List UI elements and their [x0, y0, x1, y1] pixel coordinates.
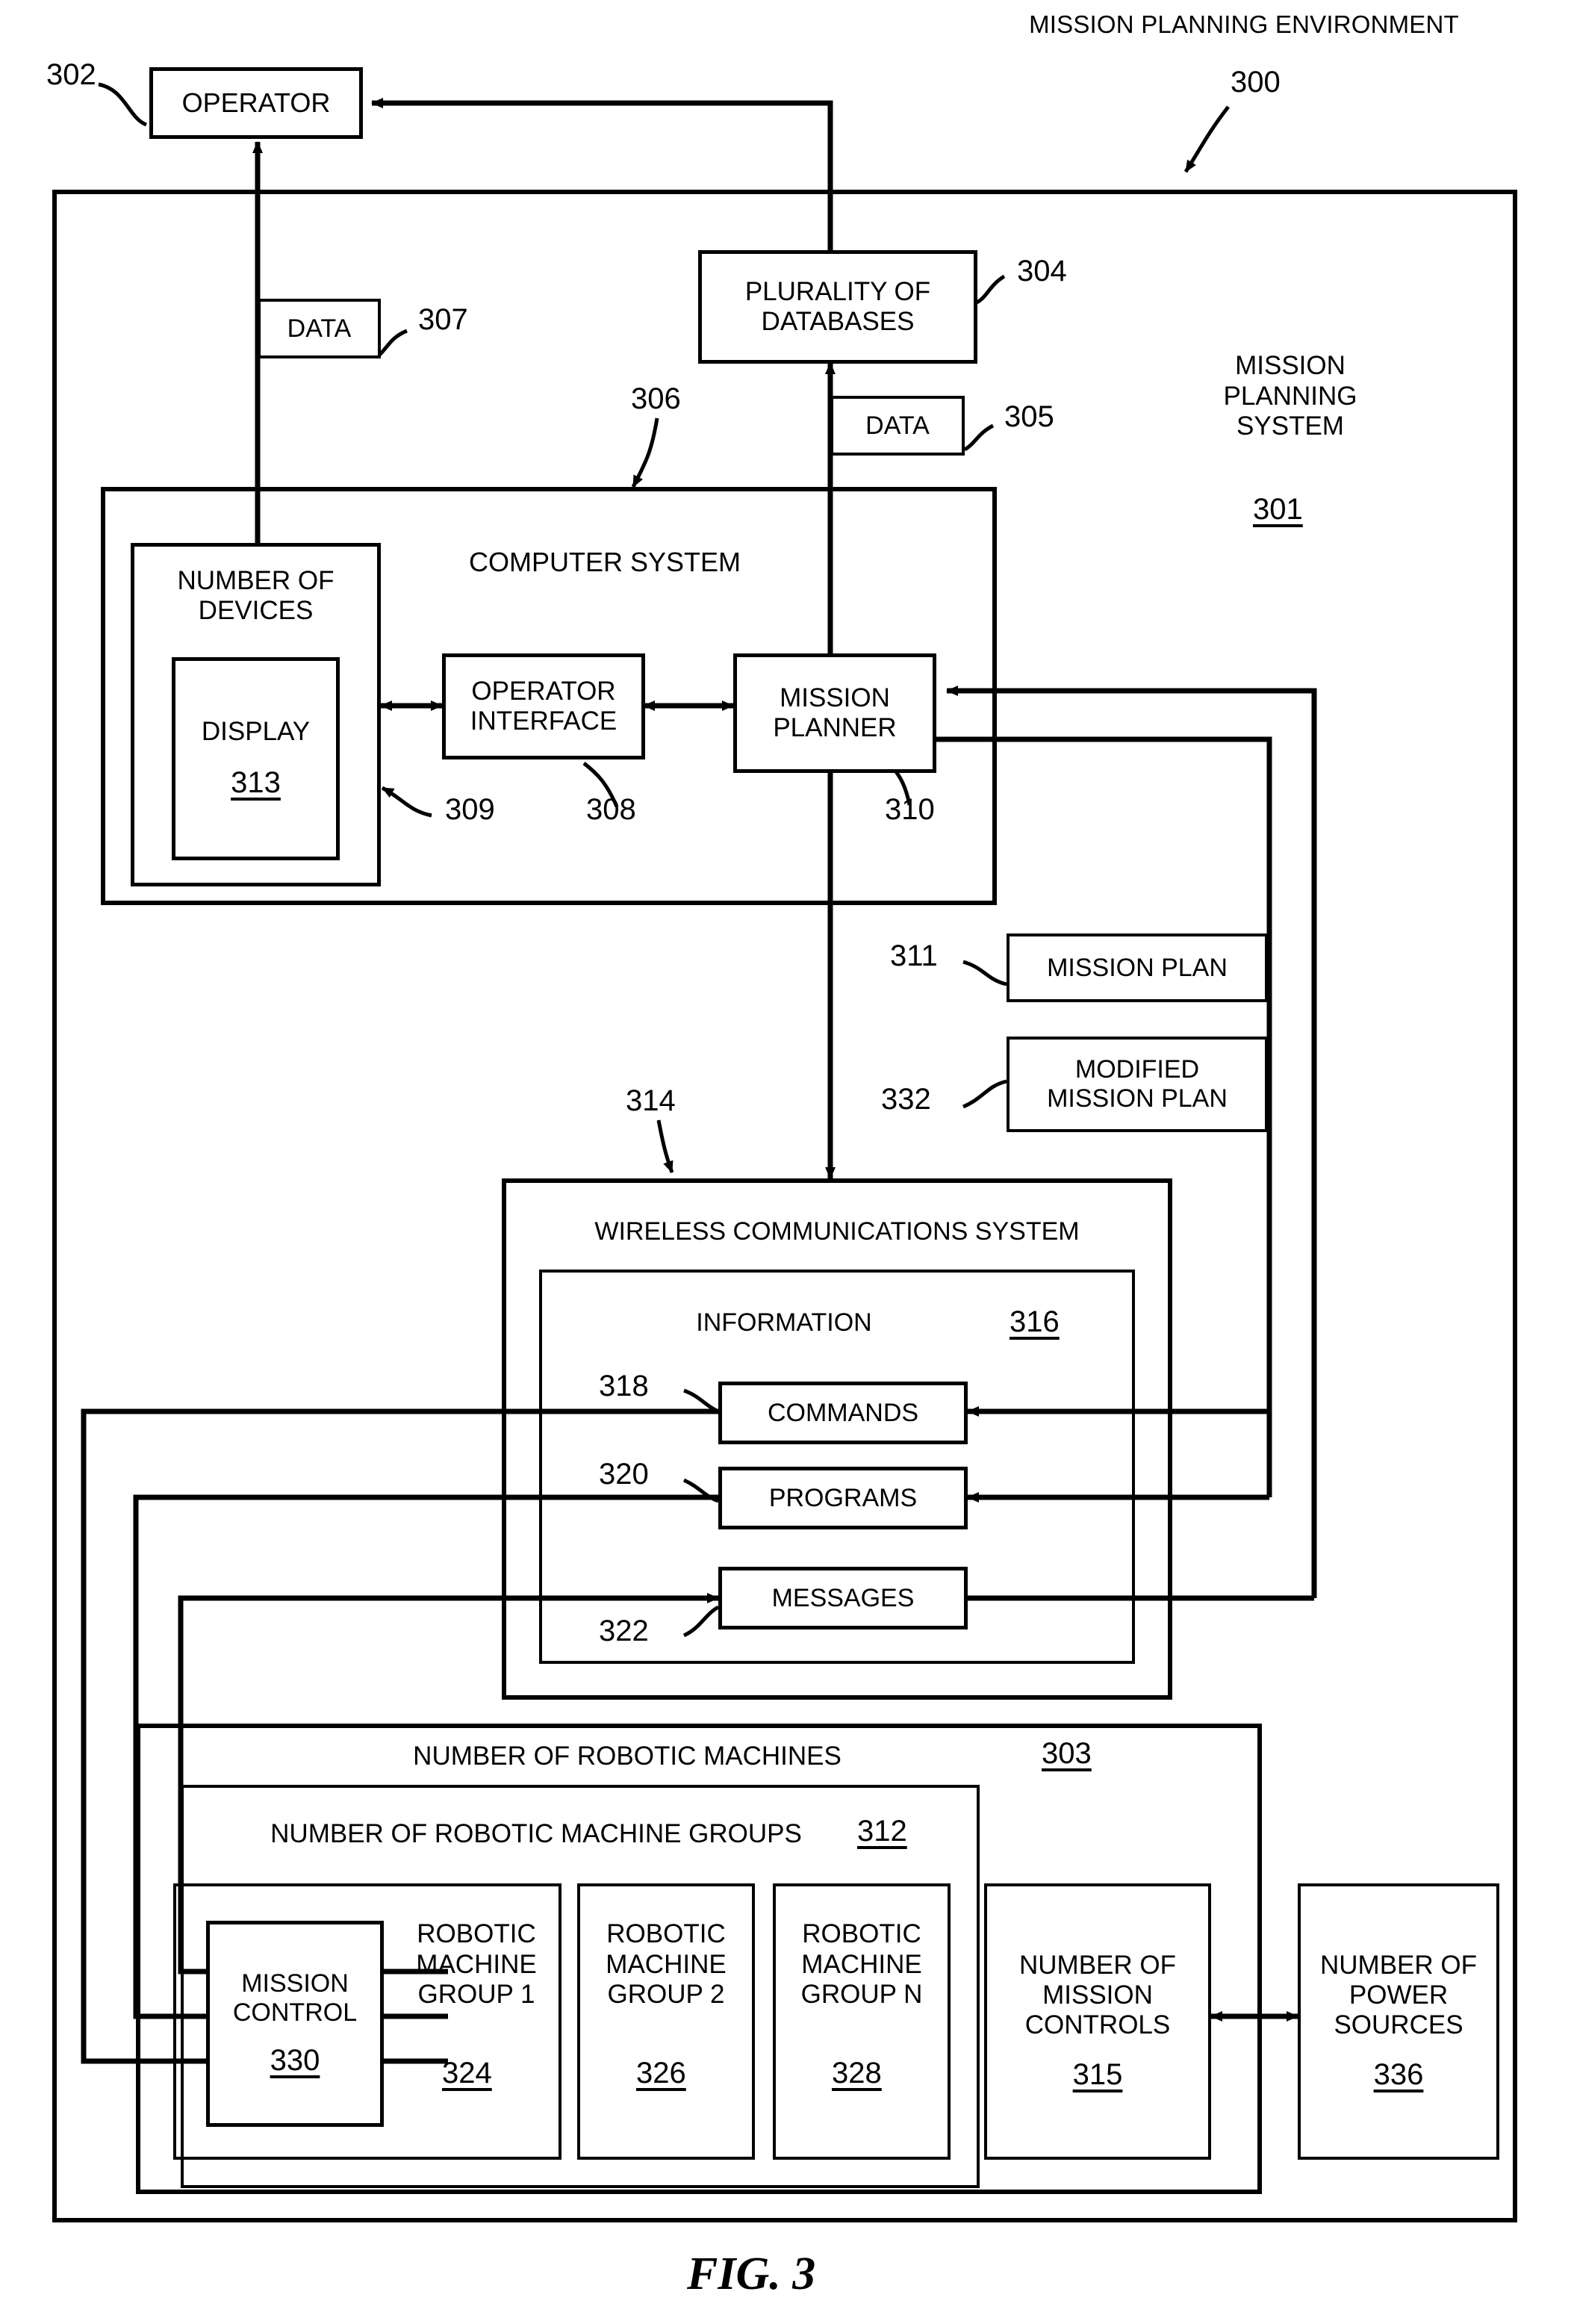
figure-title: MISSION PLANNING ENVIRONMENT: [1029, 10, 1459, 38]
ref-315: 315: [1072, 2058, 1123, 2092]
mission-plan-box: MISSION PLAN: [1007, 933, 1268, 1002]
wireless-communications-system-label: WIRELESS COMMUNICATIONS SYSTEM: [594, 1217, 1080, 1246]
ref-306: 306: [631, 382, 681, 415]
ref-328: 328: [832, 2057, 882, 2090]
programs-box: PROGRAMS: [718, 1467, 968, 1529]
number-of-devices-label: NUMBER OF DEVICES: [177, 566, 335, 625]
mission-control-label: MISSION CONTROL: [232, 1969, 358, 2028]
operator-interface-box: OPERATOR INTERFACE: [442, 653, 645, 759]
ref-310: 310: [885, 793, 935, 826]
ref-322: 322: [599, 1615, 649, 1647]
ref-314: 314: [626, 1084, 676, 1117]
operator-box: OPERATOR: [149, 67, 363, 139]
number-of-mission-controls-box: NUMBER OF MISSION CONTROLS 315: [984, 1883, 1211, 2160]
patent-figure-page: MISSION PLANNING ENVIRONMENT 300 OPERATO…: [0, 0, 1574, 2324]
ref-301: 301: [1253, 493, 1303, 526]
programs-label: PROGRAMS: [768, 1483, 918, 1512]
ref-324: 324: [442, 2057, 492, 2090]
display-box: DISPLAY 313: [172, 657, 340, 860]
number-of-power-sources-box: NUMBER OF POWER SOURCES 336: [1298, 1883, 1499, 2160]
messages-box: MESSAGES: [718, 1567, 968, 1629]
information-label: INFORMATION: [696, 1308, 872, 1337]
plurality-of-databases-label: PLURALITY OF DATABASES: [744, 277, 931, 336]
number-of-mission-controls-label: NUMBER OF MISSION CONTROLS: [1019, 1951, 1176, 2040]
number-of-robotic-machine-groups-label: NUMBER OF ROBOTIC MACHINE GROUPS: [270, 1819, 802, 1848]
ref-320: 320: [599, 1458, 649, 1491]
mission-control-box: MISSION CONTROL 330: [206, 1921, 384, 2127]
commands-box: COMMANDS: [718, 1382, 968, 1444]
ref-311: 311: [890, 939, 938, 972]
ref-308: 308: [586, 793, 636, 826]
data-databases-label: DATA: [865, 411, 930, 440]
ref-332: 332: [881, 1083, 931, 1116]
modified-mission-plan-box: MODIFIED MISSION PLAN: [1007, 1037, 1268, 1132]
operator-interface-label: OPERATOR INTERFACE: [470, 677, 618, 736]
mission-planner-label: MISSION PLANNER: [773, 683, 897, 742]
ref-307: 307: [418, 303, 468, 336]
ref-330: 330: [270, 2043, 320, 2077]
data-operator-box: DATA: [258, 299, 381, 358]
ref-309: 309: [445, 793, 495, 826]
mission-plan-label: MISSION PLAN: [1047, 953, 1228, 982]
robotic-machine-group-2-label: ROBOTIC MACHINE GROUP 2: [606, 1919, 727, 2010]
robotic-machine-group-1-label: ROBOTIC MACHINE GROUP 1: [416, 1919, 537, 2010]
commands-label: COMMANDS: [767, 1398, 919, 1427]
modified-mission-plan-label: MODIFIED MISSION PLAN: [1047, 1055, 1228, 1113]
ref-313: 313: [231, 766, 281, 800]
mission-planning-system-label: MISSION PLANNING SYSTEM: [1223, 351, 1357, 441]
robotic-machine-group-n-label: ROBOTIC MACHINE GROUP N: [800, 1919, 923, 2010]
display-label: DISPLAY: [201, 717, 311, 747]
data-databases-box: DATA: [830, 396, 965, 456]
ref-336: 336: [1373, 2058, 1424, 2092]
mission-planner-box: MISSION PLANNER: [733, 653, 936, 773]
messages-label: MESSAGES: [771, 1583, 915, 1612]
ref-305: 305: [1004, 400, 1054, 433]
computer-system-label: COMPUTER SYSTEM: [468, 547, 741, 577]
ref-316: 316: [1010, 1305, 1060, 1338]
ref-302: 302: [46, 58, 96, 91]
ref-300: 300: [1231, 66, 1281, 99]
number-of-power-sources-label: NUMBER OF POWER SOURCES: [1320, 1951, 1477, 2040]
ref-326: 326: [636, 2057, 686, 2090]
ref-318: 318: [599, 1370, 649, 1402]
ref-312: 312: [857, 1815, 907, 1848]
number-of-robotic-machines-label: NUMBER OF ROBOTIC MACHINES: [413, 1742, 842, 1771]
operator-label: OPERATOR: [181, 87, 331, 119]
plurality-of-databases-box: PLURALITY OF DATABASES: [698, 250, 977, 364]
figure-caption: FIG. 3: [687, 2249, 816, 2299]
data-operator-label: DATA: [287, 314, 352, 343]
ref-304: 304: [1017, 255, 1067, 288]
ref-303: 303: [1042, 1737, 1092, 1770]
